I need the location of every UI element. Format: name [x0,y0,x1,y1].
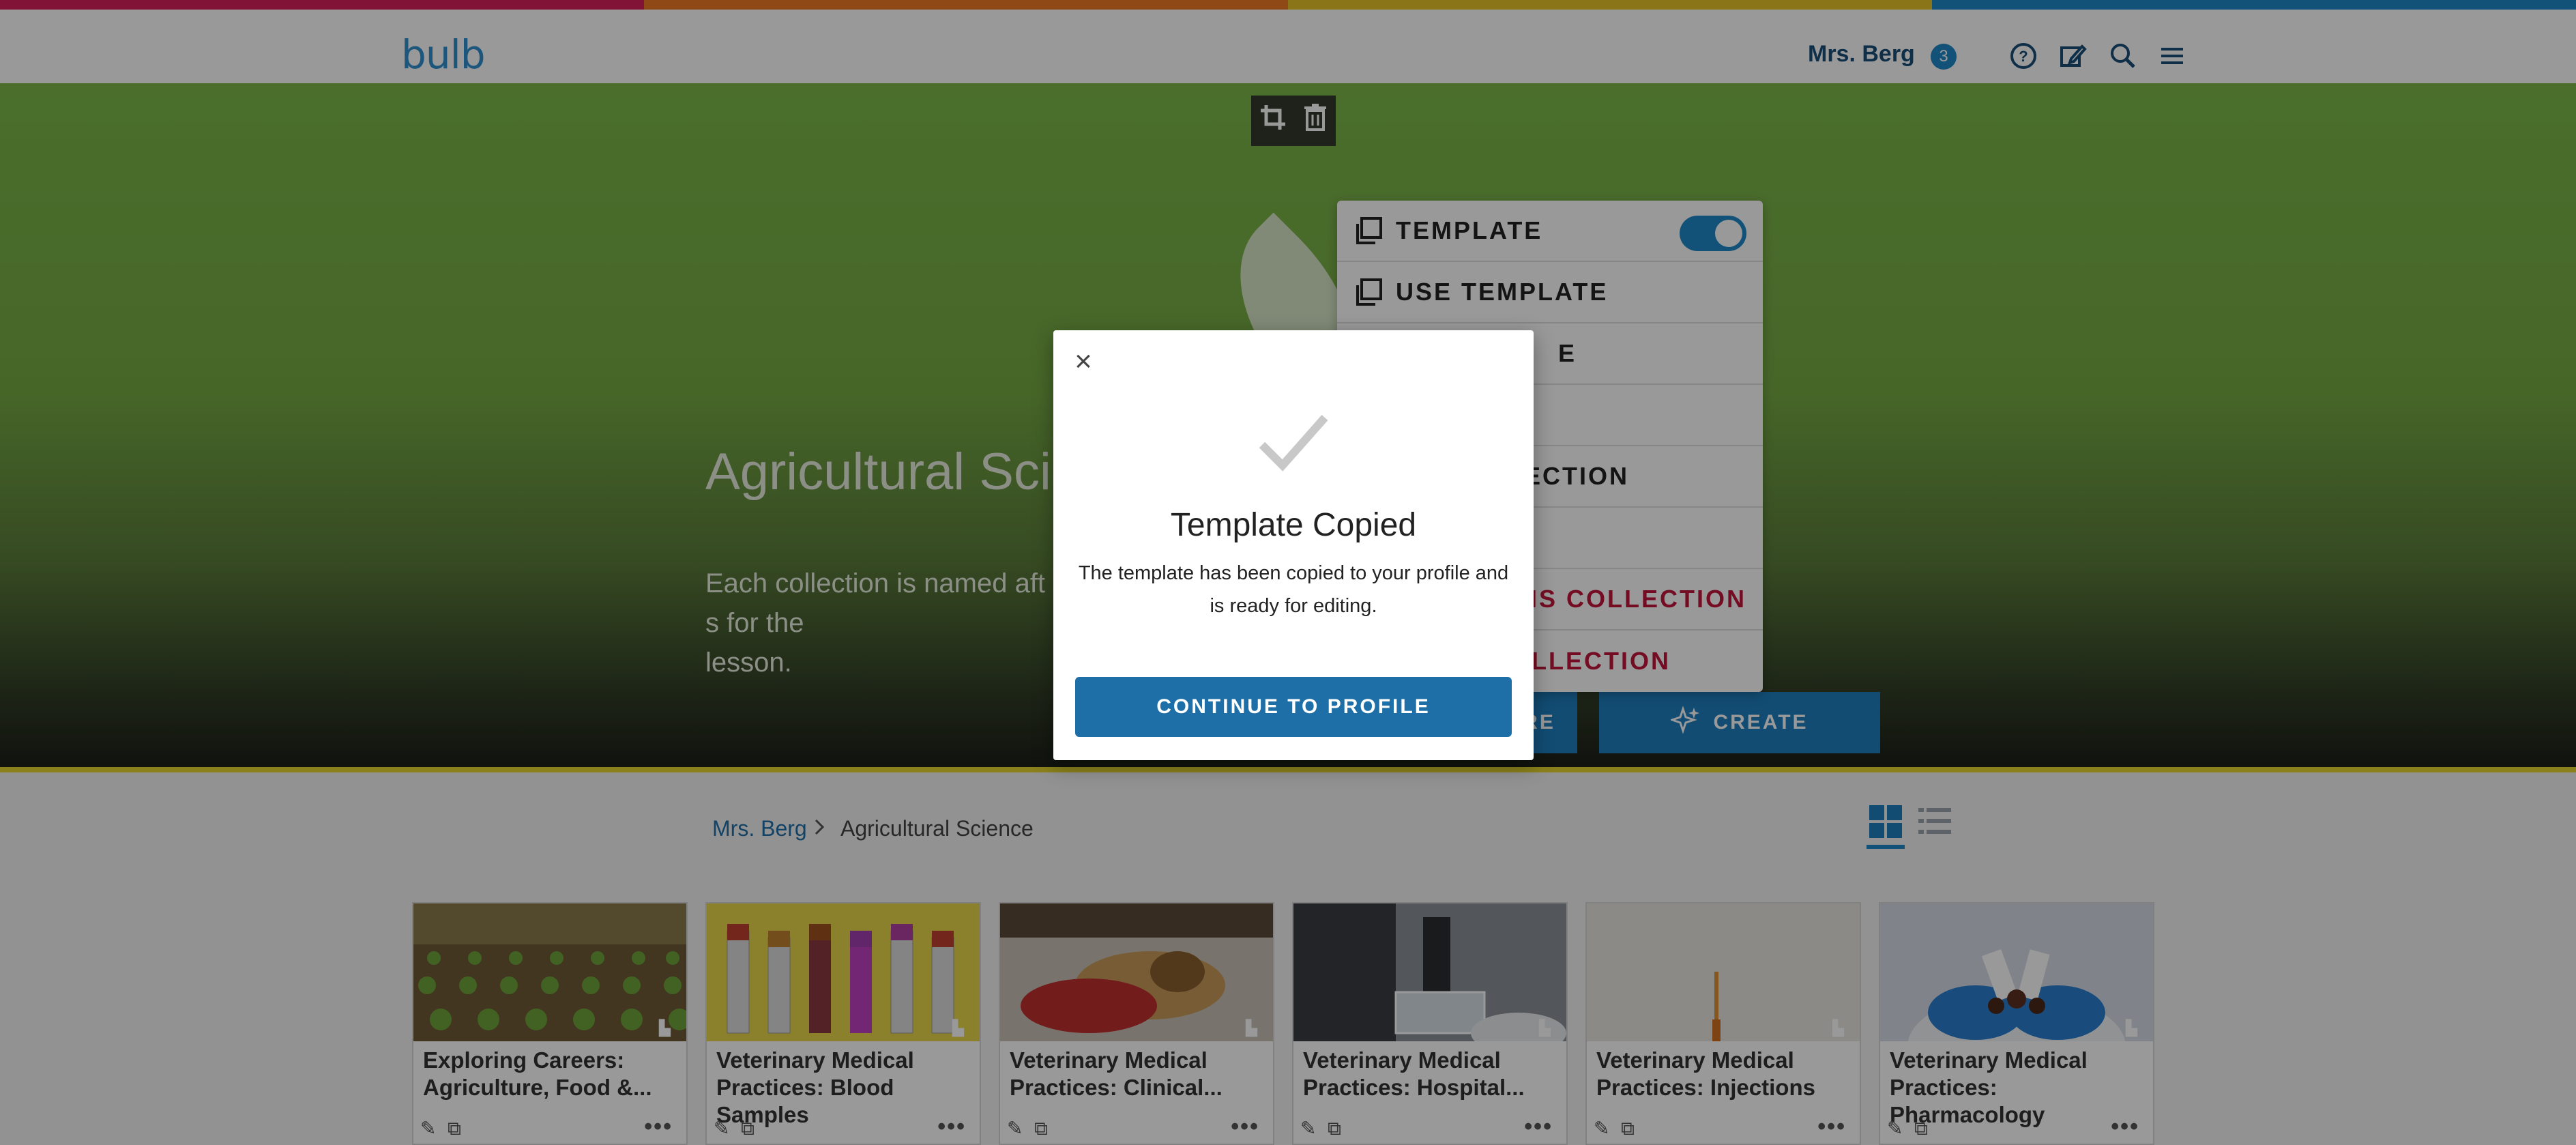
template-copied-dialog: × Template Copied The template has been … [1053,330,1534,760]
continue-to-profile-button[interactable]: CONTINUE TO PROFILE [1075,677,1512,737]
dialog-message: The template has been copied to your pro… [1078,562,1509,617]
close-icon[interactable]: × [1068,347,1098,377]
checkmark-icon [1258,412,1329,474]
dialog-title: Template Copied [1170,507,1417,543]
continue-button-label: CONTINUE TO PROFILE [1156,695,1431,718]
